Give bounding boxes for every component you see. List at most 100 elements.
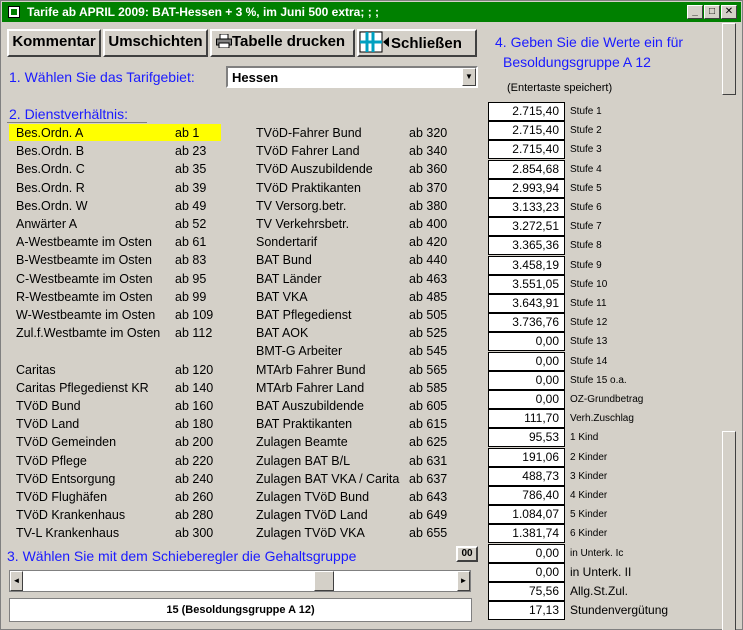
list-item-name[interactable]: BAT Bund bbox=[256, 251, 312, 269]
slider-thumb[interactable] bbox=[314, 571, 334, 591]
list-item-name[interactable]: BAT VKA bbox=[256, 288, 308, 306]
value-field[interactable]: 488,73 bbox=[488, 466, 565, 486]
umschichten-button[interactable]: Umschichten bbox=[103, 29, 208, 57]
chevron-down-icon[interactable]: ▼ bbox=[462, 68, 476, 86]
list-item-code[interactable]: ab 615 bbox=[409, 415, 447, 433]
list-item-code[interactable]: ab 655 bbox=[409, 524, 447, 542]
list-item-code[interactable]: ab 320 bbox=[409, 124, 447, 142]
list-item-name[interactable]: Zulagen TVöD Bund bbox=[256, 488, 369, 506]
list-item-code[interactable]: ab 180 bbox=[175, 415, 213, 433]
value-field[interactable]: 3.736,76 bbox=[488, 313, 565, 333]
list-item-code[interactable]: ab 280 bbox=[175, 506, 213, 524]
list-item-name[interactable]: BMT-G Arbeiter bbox=[256, 342, 342, 360]
kommentar-button[interactable]: Kommentar bbox=[7, 29, 101, 57]
value-field[interactable]: 3.643,91 bbox=[488, 294, 565, 313]
list-item-name[interactable]: MTArb Fahrer Bund bbox=[256, 361, 366, 379]
gehaltsgruppe-slider[interactable]: ◄ ► bbox=[9, 570, 471, 592]
value-field[interactable]: 2.854,68 bbox=[488, 159, 565, 179]
list-item-name[interactable]: Bes.Ordn. B bbox=[16, 142, 84, 160]
value-field[interactable]: 191,06 bbox=[488, 447, 565, 467]
list-item-name[interactable]: BAT Praktikanten bbox=[256, 415, 352, 433]
list-item-name[interactable]: Anwärter A bbox=[16, 215, 77, 233]
list-item-name[interactable]: Bes.Ordn. C bbox=[16, 160, 85, 178]
list-item-code[interactable]: ab 360 bbox=[409, 160, 447, 178]
scroll-top-area[interactable] bbox=[722, 23, 736, 95]
list-item-name[interactable]: TVöD Flughäfen bbox=[16, 488, 107, 506]
list-item-code[interactable]: ab 400 bbox=[409, 215, 447, 233]
list-item-name[interactable]: TV Versorg.betr. bbox=[256, 197, 346, 215]
list-item-name[interactable]: Bes.Ordn. A bbox=[16, 124, 83, 142]
list-item-name[interactable]: Sondertarif bbox=[256, 233, 317, 251]
value-field[interactable]: 0,00 bbox=[488, 332, 565, 352]
list-item-name[interactable]: Bes.Ordn. R bbox=[16, 179, 85, 197]
list-item-code[interactable]: ab 420 bbox=[409, 233, 447, 251]
value-field[interactable]: 17,13 bbox=[488, 601, 565, 621]
value-field[interactable]: 3.133,23 bbox=[488, 198, 565, 217]
list-item-name[interactable]: TVöD Fahrer Land bbox=[256, 142, 360, 160]
list-item-name[interactable]: Bes.Ordn. W bbox=[16, 197, 88, 215]
list-item-code[interactable]: ab 109 bbox=[175, 306, 213, 324]
list-item-code[interactable]: ab 220 bbox=[175, 452, 213, 470]
list-item-code[interactable]: ab 637 bbox=[409, 470, 447, 488]
value-field[interactable]: 1.381,74 bbox=[488, 524, 565, 544]
maximize-button[interactable]: □ bbox=[704, 5, 720, 19]
list-item-code[interactable]: ab 99 bbox=[175, 288, 206, 306]
value-field[interactable]: 3.551,05 bbox=[488, 274, 565, 294]
list-item-code[interactable]: ab 39 bbox=[175, 179, 206, 197]
list-item-code[interactable]: ab 23 bbox=[175, 142, 206, 160]
list-item-name[interactable]: C-Westbeamte im Osten bbox=[16, 270, 153, 288]
value-field[interactable]: 95,53 bbox=[488, 428, 565, 448]
list-item-name[interactable]: TVöD Land bbox=[16, 415, 79, 433]
list-item-code[interactable]: ab 605 bbox=[409, 397, 447, 415]
list-item-code[interactable]: ab 140 bbox=[175, 379, 213, 397]
list-item-code[interactable]: ab 643 bbox=[409, 488, 447, 506]
list-item-name[interactable]: Zul.f.Westbamte im Osten bbox=[16, 324, 160, 342]
vertical-scrollbar[interactable] bbox=[722, 23, 738, 630]
list-item-name[interactable]: Zulagen Beamte bbox=[256, 433, 348, 451]
list-item-name[interactable]: TVöD Gemeinden bbox=[16, 433, 116, 451]
schliessen-button[interactable]: Schließen bbox=[357, 29, 477, 57]
list-item-name[interactable]: W-Westbeamte im Osten bbox=[16, 306, 155, 324]
list-item-code[interactable]: ab 160 bbox=[175, 397, 213, 415]
list-item-name[interactable]: Caritas Pflegedienst KR bbox=[16, 379, 149, 397]
list-item-code[interactable]: ab 95 bbox=[175, 270, 206, 288]
value-field[interactable]: 2.715,40 bbox=[488, 102, 565, 121]
list-item-name[interactable]: Zulagen TVöD Land bbox=[256, 506, 368, 524]
value-field[interactable]: 786,40 bbox=[488, 486, 565, 505]
list-item-code[interactable]: ab 649 bbox=[409, 506, 447, 524]
value-field[interactable]: 2.715,40 bbox=[488, 121, 565, 141]
list-item-name[interactable]: R-Westbeamte im Osten bbox=[16, 288, 153, 306]
list-item-name[interactable]: TVöD Auszubildende bbox=[256, 160, 373, 178]
list-item-name[interactable]: BAT Auszubildende bbox=[256, 397, 364, 415]
print-table-button[interactable]: Tabelle drucken bbox=[210, 29, 355, 57]
list-item-code[interactable]: ab 485 bbox=[409, 288, 447, 306]
list-item-name[interactable]: Zulagen BAT VKA / Carita bbox=[256, 470, 399, 488]
list-item-name[interactable]: BAT Pflegedienst bbox=[256, 306, 351, 324]
list-item-code[interactable]: ab 463 bbox=[409, 270, 447, 288]
list-item-name[interactable]: TVöD Pflege bbox=[16, 452, 87, 470]
list-item-code[interactable]: ab 260 bbox=[175, 488, 213, 506]
value-field[interactable]: 2.715,40 bbox=[488, 140, 565, 160]
list-item-code[interactable]: ab 35 bbox=[175, 160, 206, 178]
list-item-code[interactable]: ab 52 bbox=[175, 215, 206, 233]
value-field[interactable]: 3.458,19 bbox=[488, 255, 565, 275]
list-item-code[interactable]: ab 1 bbox=[175, 124, 199, 142]
list-item-name[interactable]: TVöD-Fahrer Bund bbox=[256, 124, 362, 142]
list-item-code[interactable]: ab 565 bbox=[409, 361, 447, 379]
list-item-name[interactable]: BAT Länder bbox=[256, 270, 322, 288]
app-icon[interactable] bbox=[8, 6, 20, 18]
list-item-name[interactable]: TVöD Bund bbox=[16, 397, 81, 415]
list-item-code[interactable]: ab 112 bbox=[175, 324, 212, 342]
list-item-name[interactable]: TVöD Praktikanten bbox=[256, 179, 361, 197]
list-item-code[interactable]: ab 370 bbox=[409, 179, 447, 197]
value-field[interactable]: 3.272,51 bbox=[488, 217, 565, 237]
list-item-code[interactable]: ab 120 bbox=[175, 361, 213, 379]
value-field[interactable]: 0,00 bbox=[488, 390, 565, 409]
list-item-code[interactable]: ab 49 bbox=[175, 197, 206, 215]
list-item-name[interactable]: TVöD Krankenhaus bbox=[16, 506, 125, 524]
value-field[interactable]: 1.084,07 bbox=[488, 505, 565, 525]
value-field[interactable]: 75,56 bbox=[488, 582, 565, 601]
list-item-code[interactable]: ab 585 bbox=[409, 379, 447, 397]
list-item-code[interactable]: ab 340 bbox=[409, 142, 447, 160]
minimize-button[interactable]: _ bbox=[687, 5, 703, 19]
